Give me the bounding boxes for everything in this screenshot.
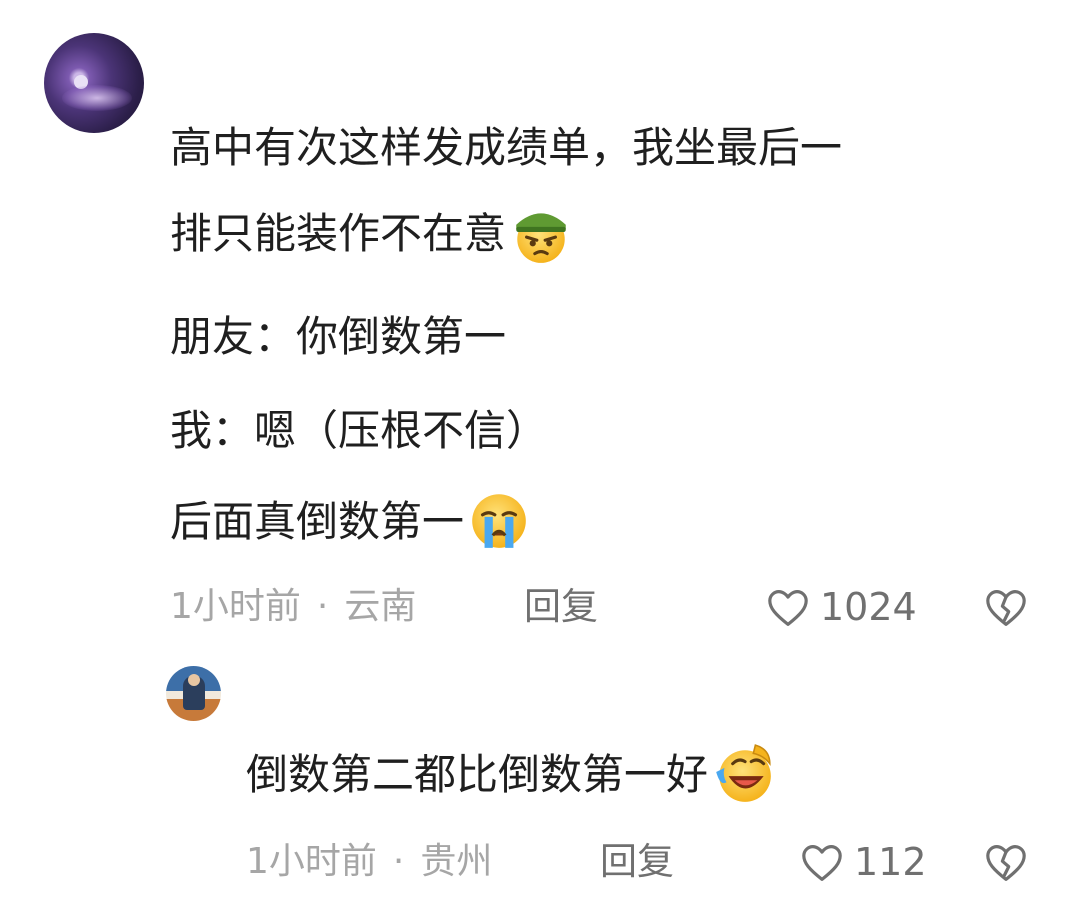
reply-time: 1小时前 [246,841,377,882]
comment-text-line-2: 排只能装作不在意 [170,203,574,270]
commenter-avatar[interactable] [44,33,144,133]
reply-text: 倒数第二都比倒数第一好 [246,743,776,811]
reply-reply-button[interactable]: 回复 [600,840,674,884]
comment-text-line-3: 朋友：你倒数第一 [170,312,507,361]
comment-like-count: 1024 [820,585,917,629]
avatar-cloud [62,85,132,111]
comment-reply-button[interactable]: 回复 [524,585,598,629]
reply-text-content: 倒数第二都比倒数第一好 [246,750,709,799]
comment-text-line-4: 我：嗯（压根不信） [170,406,549,455]
broken-heart-icon[interactable] [984,588,1028,628]
angry-soldier-emoji-icon [516,212,566,263]
comment-text-line-5-text: 后面真倒数第一 [170,497,465,546]
comment-text-line-2-text: 排只能装作不在意 [170,209,507,258]
meta-separator: · [392,841,405,882]
heart-outline-icon[interactable] [766,588,810,628]
comment-location: 云南 [344,586,417,627]
heart-outline-icon[interactable] [800,843,844,883]
avatar-head [188,674,200,686]
reply-meta: 1小时前 · 贵州 [246,840,492,884]
broken-heart-icon[interactable] [984,843,1028,883]
laughing-crying-emoji-icon [716,743,771,802]
reply-like-count: 112 [854,840,927,884]
meta-separator: · [316,586,329,627]
reply-location: 贵州 [420,841,493,882]
comment-time: 1小时前 [170,586,301,627]
loudly-crying-emoji-icon [472,493,526,548]
replier-avatar[interactable] [166,666,221,721]
comment-text-line-5: 后面真倒数第一 [170,491,532,558]
comment-text-line-1: 高中有次这样发成绩单，我坐最后一 [170,123,843,172]
comment-meta: 1小时前 · 云南 [170,585,416,629]
